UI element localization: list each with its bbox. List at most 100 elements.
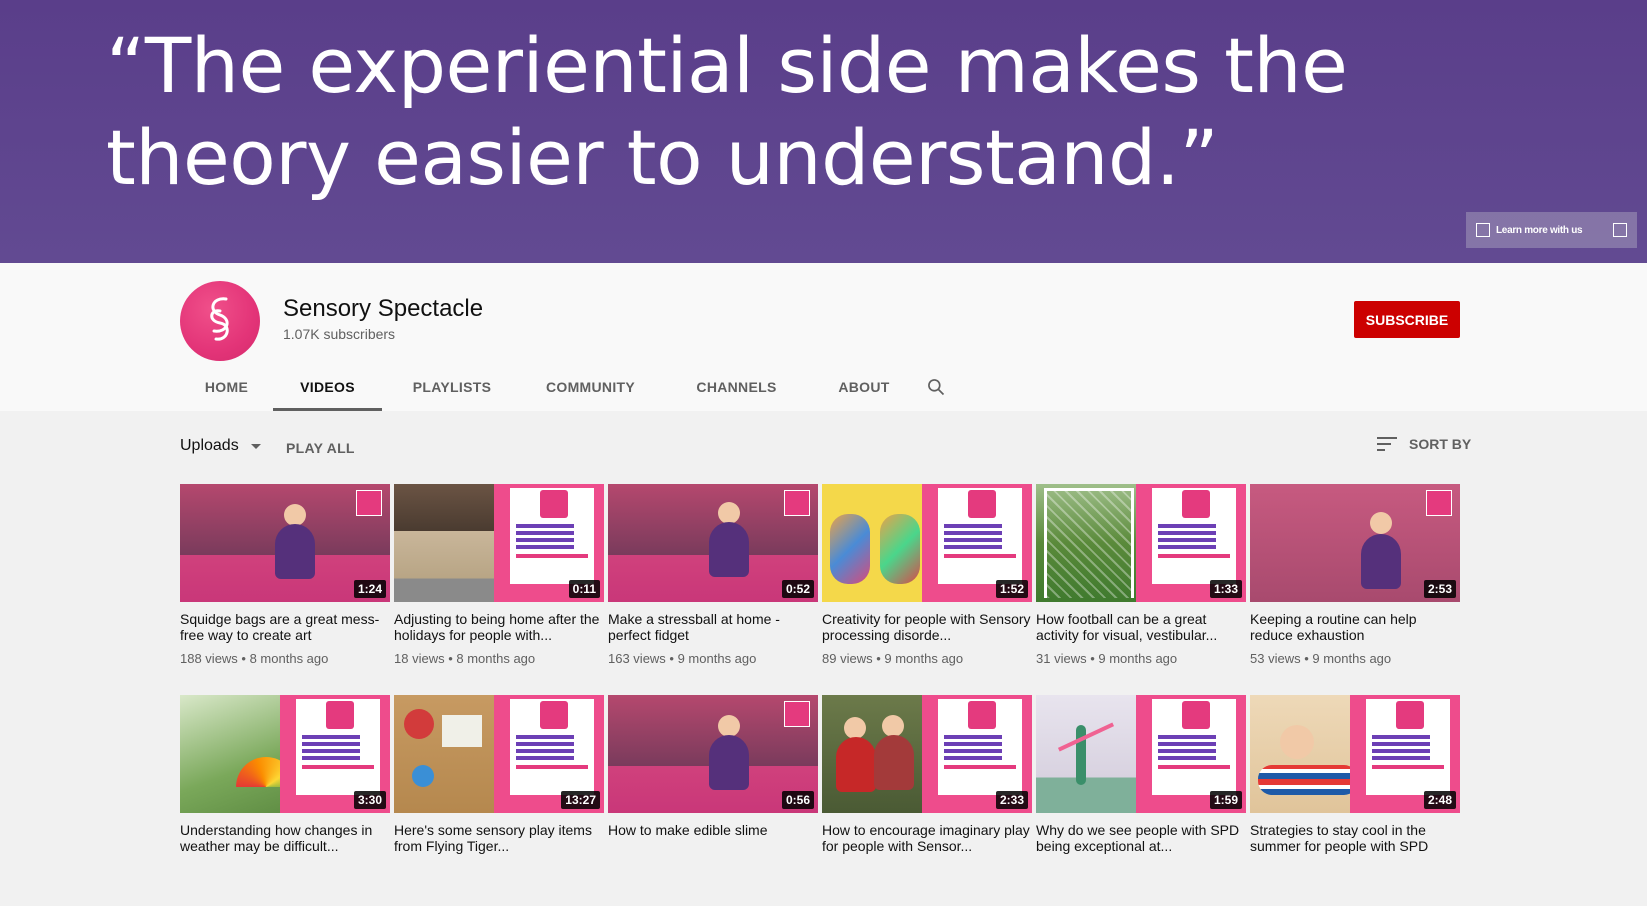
brand-logo-icon — [968, 490, 996, 518]
video-title[interactable]: Squidge bags are a great mess-free way t… — [180, 611, 390, 643]
video-title[interactable]: Creativity for people with Sensory proce… — [822, 611, 1032, 643]
external-link-icon — [1613, 223, 1627, 237]
view-count: 163 views — [608, 651, 666, 666]
video-meta: 188 views • 8 months ago — [180, 651, 329, 666]
view-count: 188 views — [180, 651, 238, 666]
upload-age: 9 months ago — [884, 651, 964, 666]
brand-logo-icon — [1396, 701, 1424, 729]
video-card[interactable]: 2:33 How to encourage imaginary play for… — [822, 695, 1032, 906]
video-thumbnail[interactable]: 1:33 — [1036, 484, 1246, 602]
video-title[interactable]: Why do we see people with SPD being exce… — [1036, 822, 1246, 854]
video-meta: 18 views • 8 months ago — [394, 651, 536, 666]
toy-image — [404, 709, 434, 739]
brand-logo-icon — [784, 490, 810, 516]
video-thumbnail[interactable]: 0:11 — [394, 484, 604, 602]
video-card[interactable]: 1:24 Squidge bags are a great mess-free … — [180, 484, 390, 695]
view-count: 18 views — [394, 651, 445, 666]
video-title[interactable]: Understanding how changes in weather may… — [180, 822, 390, 854]
view-count: 89 views — [822, 651, 873, 666]
tab-home[interactable]: HOME — [180, 363, 273, 411]
video-thumbnail[interactable]: 0:52 — [608, 484, 818, 602]
channel-tabs: HOME VIDEOS PLAYLISTS COMMUNITY CHANNELS… — [180, 363, 948, 411]
tab-about[interactable]: ABOUT — [814, 363, 914, 411]
presenter-figure — [275, 524, 315, 579]
beach-towel-image — [1258, 765, 1358, 795]
presenter-figure — [1361, 534, 1401, 589]
video-thumbnail[interactable]: 2:53 — [1250, 484, 1460, 602]
sort-icon — [1377, 437, 1397, 451]
painted-hand-image — [880, 514, 920, 584]
video-card[interactable]: 0:11 Adjusting to being home after the h… — [394, 484, 604, 695]
video-duration: 2:53 — [1423, 580, 1456, 598]
video-grid: 1:24 Squidge bags are a great mess-free … — [180, 484, 1460, 906]
video-title[interactable]: Keeping a routine can help reduce exhaus… — [1250, 611, 1460, 643]
video-meta: 89 views • 9 months ago — [822, 651, 964, 666]
presenter-figure — [709, 735, 749, 790]
video-card[interactable]: 1:33 How football can be a great activit… — [1036, 484, 1246, 695]
video-title[interactable]: Here's some sensory play items from Flyi… — [394, 822, 604, 854]
subscriber-count: 1.07K subscribers — [283, 326, 396, 342]
video-card[interactable]: 2:53 Keeping a routine can help reduce e… — [1250, 484, 1460, 695]
video-thumbnail[interactable]: 1:52 — [822, 484, 1032, 602]
tab-community[interactable]: COMMUNITY — [522, 363, 659, 411]
channel-avatar[interactable] — [180, 281, 260, 361]
tab-playlists[interactable]: PLAYLISTS — [382, 363, 522, 411]
search-icon — [928, 379, 945, 396]
brand-logo-icon — [540, 701, 568, 729]
video-card[interactable]: 1:59 Why do we see people with SPD being… — [1036, 695, 1246, 906]
title-card — [932, 488, 1022, 584]
video-thumbnail[interactable]: 0:56 — [608, 695, 818, 813]
child-figure — [1280, 725, 1314, 759]
video-card[interactable]: 3:30 Understanding how changes in weathe… — [180, 695, 390, 906]
tab-channels[interactable]: CHANNELS — [659, 363, 814, 411]
brand-logo-icon — [1426, 490, 1452, 516]
video-duration: 1:52 — [995, 580, 1028, 598]
title-card — [504, 699, 594, 795]
sort-by-button[interactable]: SORT BY — [1377, 436, 1471, 452]
title-card — [290, 699, 380, 795]
video-duration: 2:48 — [1423, 791, 1456, 809]
upload-age: 8 months ago — [456, 651, 536, 666]
caret-down-icon — [250, 443, 261, 449]
brand-logo-icon — [326, 701, 354, 729]
subscribe-button[interactable]: SUBSCRIBE — [1354, 301, 1460, 338]
uploads-dropdown[interactable]: Uploads — [180, 437, 261, 455]
video-thumbnail[interactable]: 2:48 — [1250, 695, 1460, 813]
title-card — [1360, 699, 1450, 795]
video-duration: 0:11 — [568, 580, 600, 598]
channel-search-button[interactable] — [924, 363, 948, 411]
video-thumbnail[interactable]: 1:24 — [180, 484, 390, 602]
play-all-button[interactable]: PLAY ALL — [286, 440, 355, 456]
title-card — [1146, 699, 1236, 795]
tab-videos[interactable]: VIDEOS — [273, 363, 382, 411]
presenter-figure — [284, 504, 306, 526]
video-meta: 53 views • 9 months ago — [1250, 651, 1392, 666]
video-thumbnail[interactable]: 3:30 — [180, 695, 390, 813]
video-thumbnail[interactable]: 13:27 — [394, 695, 604, 813]
child-figure — [844, 717, 866, 739]
video-title[interactable]: Make a stressball at home - perfect fidg… — [608, 611, 818, 643]
video-duration: 1:24 — [353, 580, 386, 598]
video-card[interactable]: 13:27 Here's some sensory play items fro… — [394, 695, 604, 906]
view-count: 53 views — [1250, 651, 1301, 666]
banner-learn-more-link[interactable]: Learn more with us — [1466, 212, 1637, 248]
channel-header: Sensory Spectacle 1.07K subscribers SUBS… — [0, 263, 1647, 411]
video-title[interactable]: How to encourage imaginary play for peop… — [822, 822, 1032, 854]
child-figure — [874, 735, 914, 790]
video-card[interactable]: 0:56 How to make edible slime — [608, 695, 818, 906]
video-duration: 1:59 — [1209, 791, 1242, 809]
brand-logo-icon — [1182, 701, 1210, 729]
brand-logo-icon — [1182, 490, 1210, 518]
video-thumbnail[interactable]: 1:59 — [1036, 695, 1246, 813]
channel-banner: “The experiential side makes the theory … — [0, 0, 1647, 263]
painted-hand-image — [830, 514, 870, 584]
video-thumbnail[interactable]: 2:33 — [822, 695, 1032, 813]
video-title[interactable]: Strategies to stay cool in the summer fo… — [1250, 822, 1460, 854]
banner-link-label: Learn more with us — [1496, 224, 1583, 236]
video-card[interactable]: 2:48 Strategies to stay cool in the summ… — [1250, 695, 1460, 906]
video-title[interactable]: How to make edible slime — [608, 822, 818, 854]
video-title[interactable]: How football can be a great activity for… — [1036, 611, 1246, 643]
video-title[interactable]: Adjusting to being home after the holida… — [394, 611, 604, 643]
video-card[interactable]: 1:52 Creativity for people with Sensory … — [822, 484, 1032, 695]
video-card[interactable]: 0:52 Make a stressball at home - perfect… — [608, 484, 818, 695]
